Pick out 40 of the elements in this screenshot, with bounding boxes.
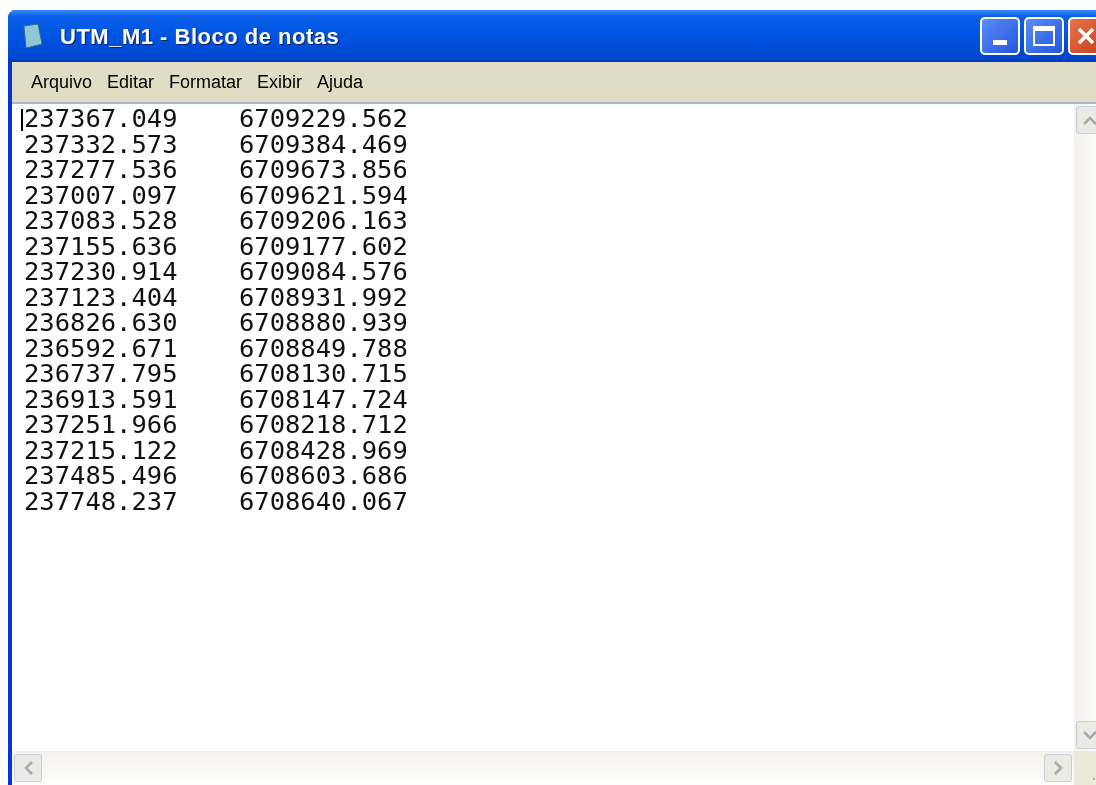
notepad-icon	[20, 22, 46, 50]
text-line: 236592.671 6708849.788	[24, 335, 408, 361]
text-line: 237277.536 6709673.856	[24, 157, 408, 183]
chevron-right-icon	[1053, 761, 1063, 775]
menu-item[interactable]: Formatar	[162, 68, 250, 96]
window-title: UTM_M1 - Bloco de notas	[60, 22, 340, 51]
close-icon	[1076, 26, 1096, 46]
scroll-right-button[interactable]	[1044, 754, 1072, 782]
text-line: 237215.122 6708428.969	[24, 437, 408, 463]
maximize-icon	[1033, 26, 1055, 46]
menu-item[interactable]: Ajuda	[310, 68, 371, 96]
text-line: 237367.049 6709229.562	[24, 106, 408, 132]
text-line: 237485.496 6708603.686	[24, 463, 408, 489]
text-line: 237230.914 6709084.576	[24, 259, 408, 285]
menu-item[interactable]: Exibir	[250, 68, 310, 96]
chevron-down-icon	[1083, 730, 1096, 740]
scroll-down-button[interactable]	[1076, 721, 1096, 749]
text-line: 237007.097 6709621.594	[24, 182, 408, 208]
text-cursor	[21, 109, 23, 131]
text-line: 237251.966 6708218.712	[24, 412, 408, 438]
maximize-button[interactable]	[1024, 17, 1064, 55]
text-line: 237123.404 6708931.992	[24, 284, 408, 310]
close-button[interactable]	[1068, 17, 1096, 55]
text-line: 237083.528 6709206.163	[24, 208, 408, 234]
minimize-icon	[993, 40, 1007, 45]
text-line: 236826.630 6708880.939	[24, 310, 408, 336]
text-line: 236913.591 6708147.724	[24, 386, 408, 412]
text-line: 236737.795 6708130.715	[24, 361, 408, 387]
chevron-left-icon	[23, 761, 33, 775]
text-line: 237155.636 6709177.602	[24, 233, 408, 259]
text-area[interactable]	[12, 104, 1074, 751]
menu-item[interactable]: Editar	[100, 68, 162, 96]
horizontal-scrollbar[interactable]	[12, 751, 1074, 785]
scroll-up-button[interactable]	[1076, 106, 1096, 134]
text-line: 237748.237 6708640.067	[24, 488, 408, 514]
text-line: 237332.573 6709384.469	[24, 131, 408, 157]
chevron-up-icon	[1083, 115, 1096, 125]
scroll-left-button[interactable]	[14, 754, 42, 782]
menu-item[interactable]: Arquivo	[24, 68, 100, 96]
minimize-button[interactable]	[980, 17, 1020, 55]
